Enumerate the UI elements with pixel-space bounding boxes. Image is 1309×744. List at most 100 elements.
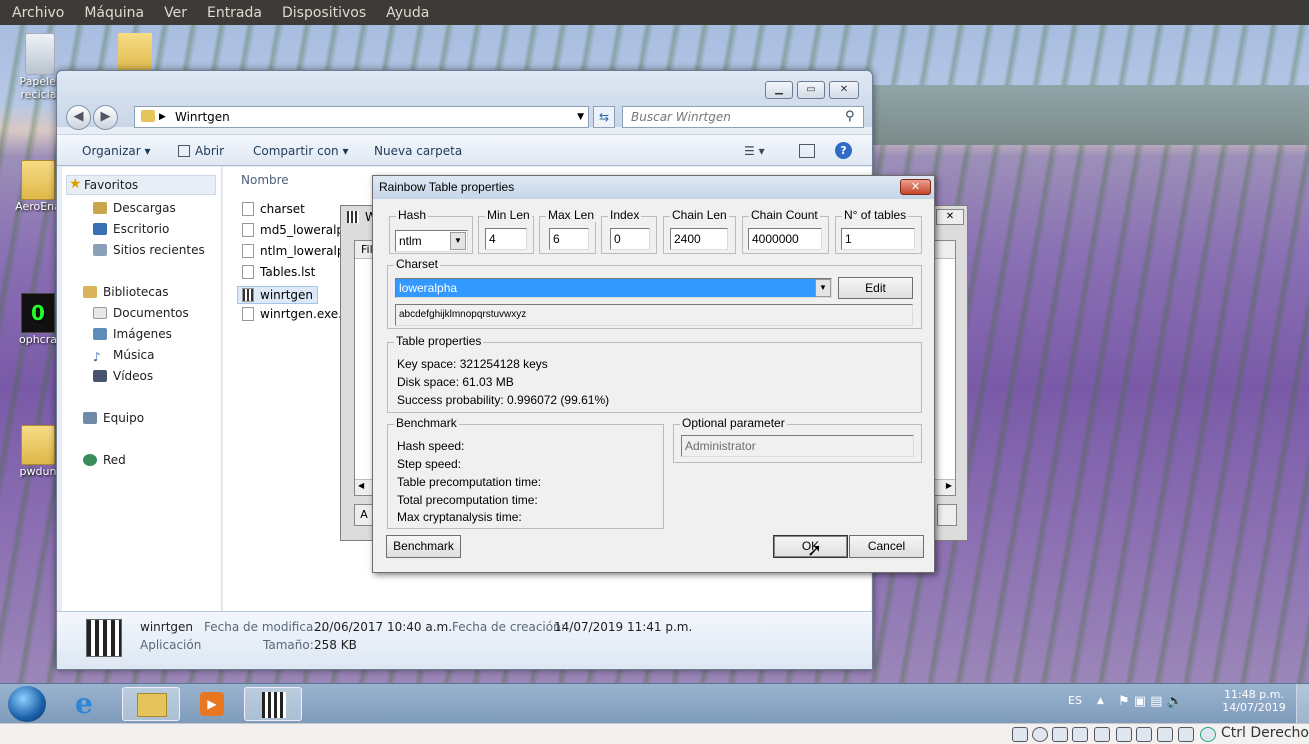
hdd-icon[interactable] — [1012, 727, 1028, 742]
nav-computer[interactable]: Equipo — [83, 411, 144, 425]
edit-charset-button[interactable]: Edit — [838, 277, 913, 299]
details-created-label: Fecha de creación: — [452, 620, 565, 634]
menu-ver[interactable]: Ver — [152, 5, 195, 21]
display-icon[interactable] — [1116, 727, 1132, 742]
num-tables-input[interactable]: 1 — [841, 228, 915, 250]
group-hash: Hash ntlm ▼ — [389, 208, 473, 254]
scroll-right-icon[interactable]: ▶ — [946, 481, 952, 490]
clock[interactable]: 11:48 p.m. 14/07/2019 — [1222, 688, 1286, 714]
window-button[interactable] — [937, 504, 957, 526]
cpu-icon[interactable] — [1178, 727, 1194, 742]
desktop-icon — [93, 223, 107, 235]
chevron-down-icon[interactable]: ▼ — [577, 107, 584, 127]
nav-recent[interactable]: Sitios recientes — [93, 243, 205, 257]
downloads-icon — [93, 202, 107, 214]
mouse-integration-icon[interactable] — [1200, 727, 1216, 742]
start-button[interactable] — [8, 686, 46, 722]
nav-images[interactable]: Imágenes — [93, 327, 172, 341]
list-item[interactable]: ntlm_loweralph — [242, 244, 352, 258]
benchmark-button[interactable]: Benchmark — [386, 535, 461, 558]
details-modified-label: Fecha de modifica... — [204, 620, 325, 634]
min-len-input[interactable]: 4 — [485, 228, 527, 250]
max-len-input[interactable]: 6 — [549, 228, 589, 250]
address-bar[interactable]: ▶ Winrtgen ▼ — [134, 106, 589, 128]
maximize-button[interactable]: ▭ — [797, 81, 825, 99]
close-button[interactable]: ✕ — [829, 81, 859, 99]
menu-ayuda[interactable]: Ayuda — [374, 5, 437, 21]
dialog-close-button[interactable]: ✕ — [900, 179, 931, 195]
menu-entrada[interactable]: Entrada — [195, 5, 270, 21]
menu-dispositivos[interactable]: Dispositivos — [270, 5, 374, 21]
chevron-down-icon[interactable]: ▼ — [815, 279, 831, 297]
preview-pane-icon[interactable] — [799, 144, 815, 158]
show-hidden-icons-icon[interactable]: ▲ — [1097, 696, 1104, 706]
nav-label: Vídeos — [113, 369, 154, 383]
list-item[interactable]: charset — [242, 202, 305, 216]
menu-maquina[interactable]: Máquina — [72, 5, 152, 21]
group-chain-len: Chain Len 2400 — [663, 208, 736, 254]
audio-icon[interactable] — [1052, 727, 1068, 742]
nav-desktop[interactable]: Escritorio — [93, 222, 169, 236]
usb-icon[interactable] — [1072, 727, 1088, 742]
list-item[interactable]: winrtgen — [237, 286, 318, 304]
index-input[interactable]: 0 — [610, 228, 650, 250]
help-icon[interactable]: ? — [835, 142, 852, 159]
group-benchmark: Benchmark Hash speed: Step speed: Table … — [387, 416, 664, 529]
organize-button[interactable]: Organizar ▾ — [82, 144, 151, 158]
file-icon — [242, 244, 254, 258]
recycle-bin-icon — [25, 33, 55, 75]
shared-folder-icon[interactable] — [1094, 727, 1110, 742]
hash-select[interactable]: ntlm ▼ — [395, 230, 468, 252]
nav-music[interactable]: ♪ Música — [93, 348, 155, 364]
chain-len-input[interactable]: 2400 — [670, 228, 728, 250]
network-icon[interactable] — [1136, 727, 1152, 742]
language-indicator[interactable]: ES — [1068, 694, 1082, 707]
optional-parameter-input[interactable]: Administrator — [681, 435, 914, 457]
column-header-name[interactable]: Nombre — [241, 173, 289, 187]
nav-network[interactable]: Red — [83, 453, 126, 467]
show-desktop-button[interactable] — [1296, 684, 1309, 723]
recording-icon[interactable] — [1157, 727, 1173, 742]
minimize-button[interactable]: ▁ — [765, 81, 793, 99]
back-icon[interactable]: ◀ — [66, 105, 91, 130]
view-options-icon[interactable]: ☰ ▾ — [744, 144, 765, 158]
charset-select[interactable]: loweralpha ▼ — [395, 278, 832, 298]
chain-count-input[interactable]: 4000000 — [748, 228, 822, 250]
list-item[interactable]: winrtgen.exe.si — [242, 307, 352, 321]
nav-label: Sitios recientes — [113, 243, 205, 257]
chevron-down-icon[interactable]: ▼ — [450, 232, 466, 250]
close-button[interactable]: ✕ — [936, 209, 964, 225]
search-input[interactable]: Buscar Winrtgen — [622, 106, 864, 128]
charset-label: Charset — [394, 257, 441, 271]
tray-icons[interactable]: ⚑ ▣ ▤ 🔈 — [1118, 694, 1183, 709]
nav-favorites[interactable]: ★ Favoritos — [66, 175, 216, 195]
nav-downloads[interactable]: Descargas — [93, 201, 176, 215]
search-icon[interactable]: ⚲ — [845, 109, 855, 124]
rainbow-table-properties-dialog[interactable]: Rainbow Table properties ✕ Hash ntlm ▼ M… — [372, 175, 935, 573]
list-item[interactable]: md5_loweralph — [242, 223, 352, 237]
taskbar-explorer-icon[interactable] — [122, 687, 180, 721]
open-button[interactable]: Abrir — [178, 144, 224, 158]
charset-value: loweralpha — [399, 281, 458, 295]
add-table-button[interactable]: A — [354, 504, 374, 526]
taskbar-media-icon[interactable]: ▶ — [183, 687, 241, 721]
details-name: winrtgen — [140, 620, 193, 634]
step-speed-text: Step speed: — [397, 457, 462, 471]
folder-icon[interactable] — [118, 33, 152, 73]
forward-icon[interactable]: ▶ — [93, 105, 118, 130]
menu-archivo[interactable]: Archivo — [0, 5, 72, 21]
music-icon: ♪ — [93, 350, 101, 364]
chevron-right-icon[interactable]: ▶ — [159, 107, 166, 127]
refresh-icon[interactable]: ⇆ — [593, 106, 615, 128]
scroll-left-icon[interactable]: ◀ — [358, 481, 364, 490]
taskbar-winrtgen-icon[interactable] — [244, 687, 302, 721]
share-button[interactable]: Compartir con ▾ — [253, 144, 349, 158]
nav-videos[interactable]: Vídeos — [93, 369, 153, 383]
cancel-button[interactable]: Cancel — [849, 535, 924, 558]
list-item[interactable]: Tables.lst — [242, 265, 315, 279]
optical-drive-icon[interactable] — [1032, 727, 1048, 742]
new-folder-button[interactable]: Nueva carpeta — [374, 144, 462, 158]
nav-documents[interactable]: Documentos — [93, 306, 189, 320]
nav-libraries[interactable]: Bibliotecas — [83, 285, 168, 299]
taskbar-ie-icon[interactable]: e — [61, 687, 119, 721]
